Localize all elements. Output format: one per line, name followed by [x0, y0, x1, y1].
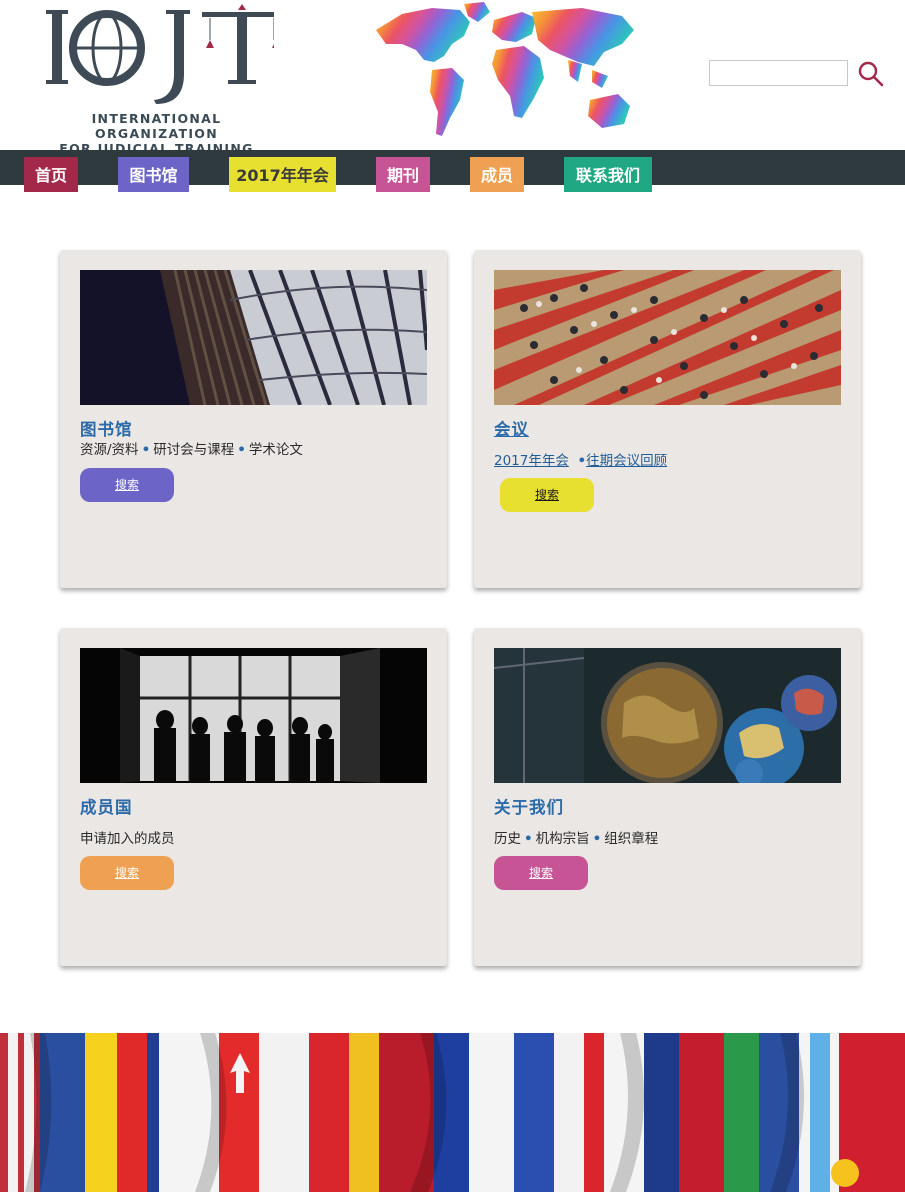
- members-title: 成员国: [80, 798, 133, 817]
- conference-title[interactable]: 会议: [494, 416, 529, 440]
- about-title: 关于我们: [494, 798, 564, 817]
- about-search-button[interactable]: 搜索: [494, 856, 588, 890]
- search-icon: [858, 61, 884, 87]
- about-item-charter: 组织章程: [604, 831, 659, 847]
- nav-item-journal[interactable]: 期刊: [376, 157, 430, 192]
- library-search-button[interactable]: 搜索: [80, 468, 174, 502]
- about-description: 历史 • 机构宗旨 • 组织章程: [494, 831, 659, 847]
- about-item-mission: 机构宗旨: [535, 831, 590, 847]
- library-image: [80, 270, 427, 405]
- library-card: 图书馆 资源/资料 • 研讨会与课程 • 学术论文 搜索: [60, 250, 447, 588]
- library-title: 图书馆: [80, 420, 133, 439]
- conference-links: 2017年年会 •往期会议回顾: [494, 453, 668, 469]
- conference-search-button[interactable]: 搜索: [500, 478, 594, 512]
- nav-item-home[interactable]: 首页: [24, 157, 78, 192]
- flags-banner: [0, 1033, 905, 1192]
- library-description: 资源/资料 • 研讨会与课程 • 学术论文: [80, 442, 303, 458]
- about-item-history: 历史: [494, 831, 521, 847]
- members-image: [80, 648, 427, 783]
- site-logo[interactable]: INTERNATIONAL ORGANIZATION FOR JUDICIAL …: [34, 4, 279, 156]
- members-card: 成员国 申请加入的成员 搜索: [60, 628, 447, 966]
- nav-item-library[interactable]: 图书馆: [118, 157, 189, 192]
- nav-item-contact[interactable]: 联系我们: [564, 157, 652, 192]
- conference-link-2017[interactable]: 2017年年会: [494, 453, 569, 469]
- search-input[interactable]: [709, 60, 848, 86]
- conference-card: 会议 2017年年会 •往期会议回顾 搜索: [474, 250, 861, 588]
- logo-line-1: INTERNATIONAL ORGANIZATION: [91, 111, 222, 141]
- library-item-resources: 资源/资料: [80, 442, 139, 458]
- members-search-button[interactable]: 搜索: [80, 856, 174, 890]
- members-description: 申请加入的成员: [80, 831, 175, 847]
- world-map-graphic: [376, 2, 634, 136]
- logo-mark-icon: [46, 4, 274, 104]
- library-item-papers: 学术论文: [248, 442, 303, 458]
- conference-image: [494, 270, 841, 405]
- nav-item-conference-2017[interactable]: 2017年年会: [229, 157, 336, 192]
- site-header: INTERNATIONAL ORGANIZATION FOR JUDICIAL …: [0, 0, 905, 156]
- about-card: 关于我们 历史 • 机构宗旨 • 组织章程 搜索: [474, 628, 861, 966]
- conference-link-past[interactable]: 往期会议回顾: [586, 453, 667, 469]
- about-image: [494, 648, 841, 783]
- nav-item-members[interactable]: 成员: [470, 157, 524, 192]
- library-item-seminars: 研讨会与课程: [153, 442, 235, 458]
- search-button[interactable]: [857, 60, 885, 88]
